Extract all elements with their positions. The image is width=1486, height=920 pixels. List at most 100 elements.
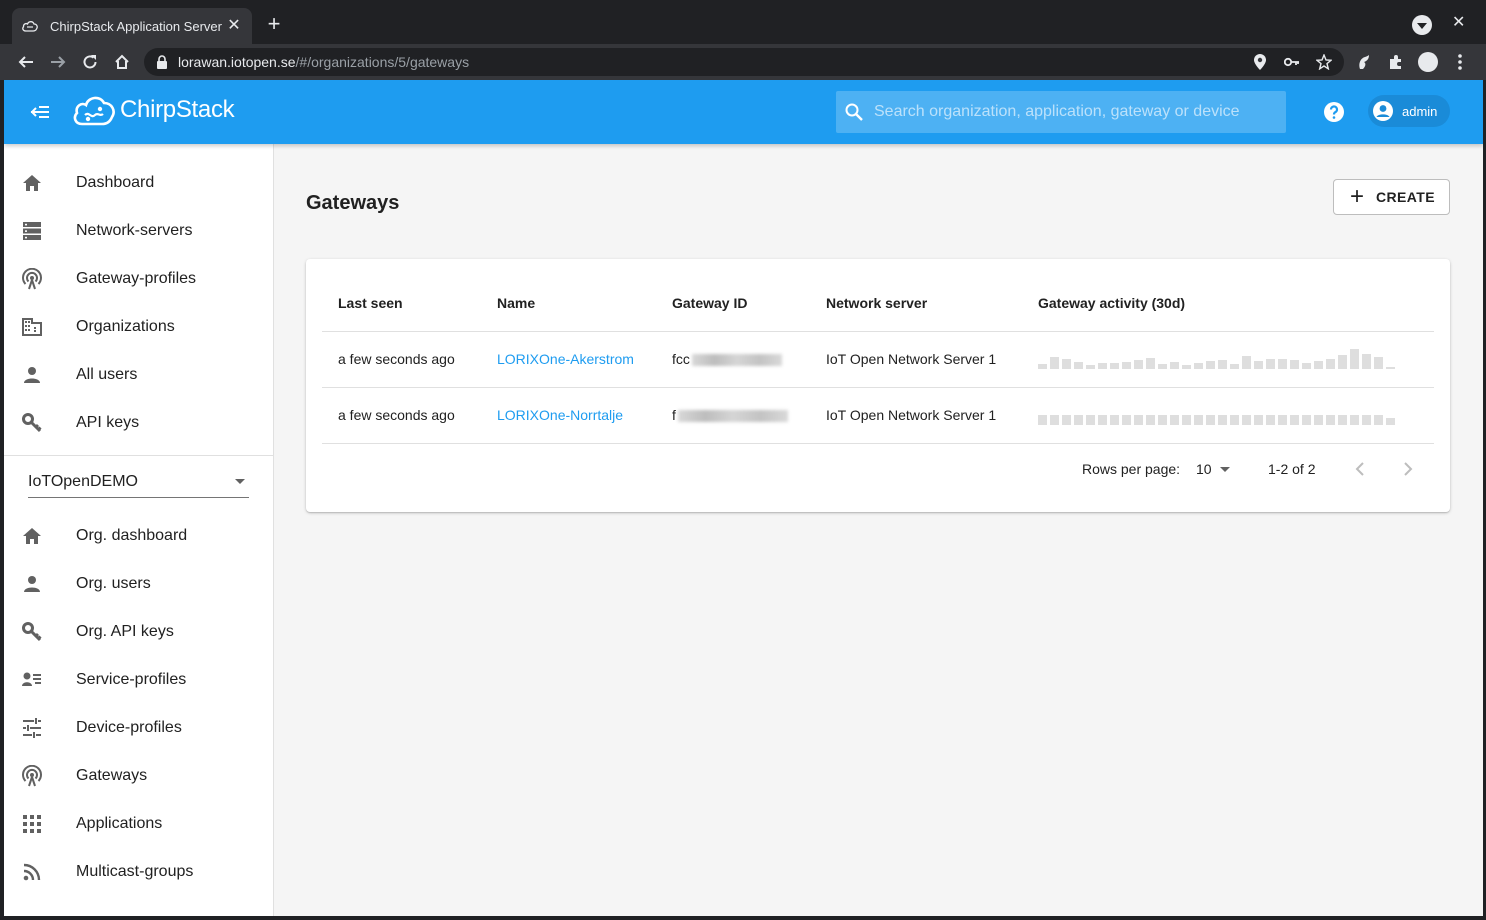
gateway-link[interactable]: LORIXOne-Norrtalje (497, 407, 623, 423)
chirpstack-cloud-icon (73, 96, 115, 126)
address-bar[interactable]: lorawan.iotopen.se /#/organizations/5/ga… (144, 48, 1344, 76)
logo-text: ChirpStack (120, 96, 235, 123)
account-details-icon (20, 668, 44, 692)
sidebar: Dashboard Network-servers Gateway-profil… (4, 144, 274, 916)
sidebar-item-label: Org. users (76, 575, 151, 592)
chirpstack-app: ChirpStack admin Dashboard Network-serve… (4, 80, 1483, 916)
previous-page-icon[interactable] (1348, 457, 1372, 481)
organization-select-value: IoTOpenDEMO (28, 472, 138, 490)
sidebar-item-dashboard[interactable]: Dashboard (4, 159, 273, 207)
profile-avatar-icon[interactable] (1416, 50, 1440, 74)
help-icon[interactable] (1322, 100, 1346, 124)
column-header-name: Name (481, 275, 656, 332)
sidebar-item-label: Applications (76, 815, 163, 832)
key-icon (20, 411, 44, 435)
browser-tabstrip: ChirpStack Application Server ✕ + ✕ (0, 0, 1486, 44)
extension-icon[interactable] (1352, 50, 1376, 74)
organization-select[interactable]: IoTOpenDEMO (28, 466, 249, 498)
server-icon (20, 219, 44, 243)
sidebar-item-organizations[interactable]: Organizations (4, 303, 273, 351)
sidebar-item-gateways[interactable]: Gateways (4, 752, 273, 800)
create-button[interactable]: + CREATE (1333, 179, 1450, 215)
cell-last-seen: a few seconds ago (322, 331, 481, 388)
cell-name: LORIXOne-Akerstrom (481, 331, 656, 388)
sidebar-item-org-dashboard[interactable]: Org. dashboard (4, 512, 273, 560)
dropdown-arrow-icon[interactable] (1220, 467, 1230, 472)
sidebar-item-label: API keys (76, 414, 140, 431)
key-icon (20, 620, 44, 644)
sidebar-item-org-users[interactable]: Org. users (4, 560, 273, 608)
home-icon[interactable] (110, 50, 134, 74)
dropdown-arrow-icon (235, 479, 245, 484)
gateways-card: Last seen Name Gateway ID Network server… (306, 259, 1450, 512)
sidebar-item-label: Gateways (76, 767, 148, 784)
table-header-row: Last seen Name Gateway ID Network server… (322, 275, 1434, 332)
column-header-last-seen: Last seen (322, 275, 481, 332)
sidebar-item-all-users[interactable]: All users (4, 351, 273, 399)
forward-icon[interactable] (46, 50, 70, 74)
activity-sparkline (1038, 349, 1434, 369)
tab-search-icon[interactable] (1412, 15, 1432, 35)
cell-gateway-activity (1022, 387, 1434, 444)
page-title: Gateways (306, 192, 400, 214)
person-icon (20, 363, 44, 387)
back-icon[interactable] (14, 50, 38, 74)
search-input[interactable] (874, 103, 1274, 121)
search-box[interactable] (836, 91, 1286, 133)
user-menu-button[interactable]: admin (1368, 95, 1450, 127)
sidebar-item-org-api-keys[interactable]: Org. API keys (4, 608, 273, 656)
new-tab-button[interactable]: + (262, 12, 286, 36)
search-icon (844, 102, 864, 122)
cell-name: LORIXOne-Norrtalje (481, 387, 656, 444)
next-page-icon[interactable] (1396, 457, 1420, 481)
sidebar-item-label: Device-profiles (76, 719, 182, 736)
tab-title: ChirpStack Application Server (50, 18, 222, 34)
pagination-range: 1-2 of 2 (1268, 461, 1316, 477)
sidebar-item-label: Gateway-profiles (76, 270, 197, 287)
location-icon[interactable] (1248, 50, 1272, 74)
chrome-menu-icon[interactable] (1448, 50, 1472, 74)
chirpstack-favicon-icon (22, 19, 40, 33)
column-header-gateway-id: Gateway ID (656, 275, 810, 332)
sidebar-item-label: Org. dashboard (76, 527, 188, 544)
sidebar-item-device-profiles[interactable]: Device-profiles (4, 704, 273, 752)
url-path: /#/organizations/5/gateways (295, 54, 470, 70)
sidebar-item-gateway-profiles[interactable]: Gateway-profiles (4, 255, 273, 303)
rows-per-page-select[interactable]: 10 (1196, 461, 1212, 477)
sidebar-item-service-profiles[interactable]: Service-profiles (4, 656, 273, 704)
plus-icon: + (1350, 183, 1365, 210)
cell-gateway-id: fcc (656, 331, 810, 388)
antenna-icon (20, 764, 44, 788)
main-content: Gateways + CREATE Last seen Name Gateway… (274, 144, 1483, 916)
building-icon (20, 315, 44, 339)
key-icon[interactable] (1280, 50, 1304, 74)
reload-icon[interactable] (78, 50, 102, 74)
sidebar-item-network-servers[interactable]: Network-servers (4, 207, 273, 255)
extensions-puzzle-icon[interactable] (1384, 50, 1408, 74)
gateways-table: Last seen Name Gateway ID Network server… (322, 275, 1434, 444)
column-header-gateway-activity: Gateway activity (30d) (1022, 275, 1434, 332)
table-row[interactable]: a few seconds ago LORIXOne-Norrtalje f I… (322, 387, 1434, 444)
redacted-id-blur (677, 410, 788, 423)
cell-gateway-id: f (656, 387, 810, 444)
tab-close-icon[interactable]: ✕ (226, 18, 242, 34)
home-icon (20, 524, 44, 548)
table-row[interactable]: a few seconds ago LORIXOne-Akerstrom fcc… (322, 331, 1434, 388)
chirpstack-logo[interactable]: ChirpStack (72, 93, 235, 127)
lock-icon (156, 55, 168, 69)
redacted-id-blur (691, 354, 782, 367)
sidebar-item-multicast-groups[interactable]: Multicast-groups (4, 848, 273, 896)
menu-collapse-icon[interactable] (28, 100, 52, 124)
sidebar-item-label: Organizations (76, 318, 175, 335)
sidebar-item-label: Org. API keys (76, 623, 174, 640)
sidebar-item-applications[interactable]: Applications (4, 800, 273, 848)
tune-icon (20, 716, 44, 740)
gateway-link[interactable]: LORIXOne-Akerstrom (497, 351, 634, 367)
home-icon (20, 171, 44, 195)
bookmark-star-icon[interactable] (1312, 50, 1336, 74)
sidebar-item-label: Multicast-groups (76, 863, 194, 880)
browser-tab[interactable]: ChirpStack Application Server ✕ (12, 8, 252, 44)
sidebar-item-api-keys[interactable]: API keys (4, 399, 273, 447)
cell-network-server: IoT Open Network Server 1 (810, 331, 1022, 388)
window-close-icon[interactable]: ✕ (1452, 12, 1465, 32)
